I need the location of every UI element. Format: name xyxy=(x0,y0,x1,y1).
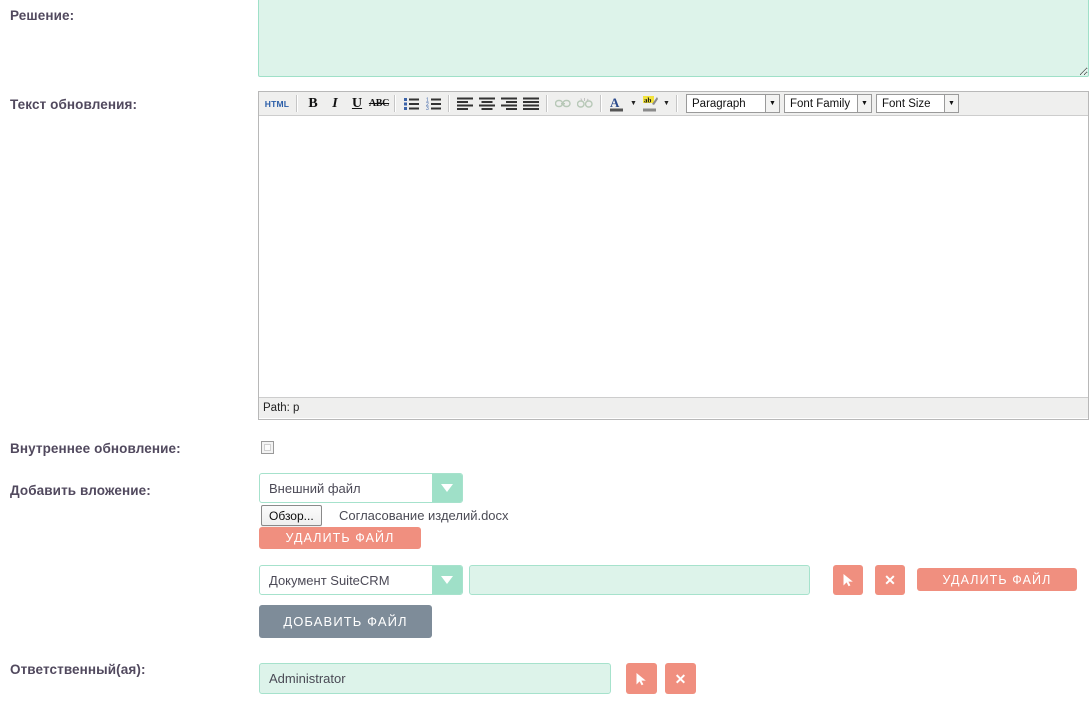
document-clear-button[interactable]: ✕ xyxy=(875,565,905,595)
chevron-down-icon: ▼ xyxy=(765,95,779,112)
font-family-select[interactable]: Font Family ▼ xyxy=(784,94,872,113)
editor-content-area[interactable] xyxy=(259,116,1088,397)
solution-textarea[interactable] xyxy=(258,0,1089,77)
editor-path-status: Path: p xyxy=(259,397,1088,418)
ticket-update-form: Решение: Текст обновления: HTML B I U AB… xyxy=(0,0,1089,710)
assigned-user-select-button[interactable] xyxy=(626,663,657,694)
paragraph-format-value: Paragraph xyxy=(687,98,752,110)
toolbar-separator xyxy=(676,95,678,112)
chevron-down-icon xyxy=(432,474,462,502)
close-x-icon: ✕ xyxy=(675,672,687,686)
browse-file-button[interactable]: Обзор... xyxy=(261,505,322,526)
add-attachment-label: Добавить вложение: xyxy=(10,483,151,498)
attachment-type-value-2: Документ SuiteCRM xyxy=(260,573,432,588)
font-size-select[interactable]: Font Size ▼ xyxy=(876,94,959,113)
update-text-label: Текст обновления: xyxy=(10,97,137,112)
svg-text:3: 3 xyxy=(426,106,429,110)
attachment-type-select-1[interactable]: Внешний файл xyxy=(259,473,463,503)
internal-update-label: Внутреннее обновление: xyxy=(10,441,181,456)
toolbar-separator xyxy=(600,95,602,112)
chevron-down-icon: ▼ xyxy=(857,95,871,112)
numbered-list-icon[interactable]: 1 2 3 xyxy=(422,94,444,114)
remove-file-button-1[interactable]: УДАЛИТЬ ФАЙЛ xyxy=(259,527,421,549)
attachment-type-value-1: Внешний файл xyxy=(260,481,432,496)
document-name-input[interactable] xyxy=(469,565,810,595)
toolbar-separator xyxy=(394,95,396,112)
font-color-dropdown-icon[interactable]: ▼ xyxy=(628,94,639,114)
attachment-type-select-2[interactable]: Документ SuiteCRM xyxy=(259,565,463,595)
bold-icon[interactable]: B xyxy=(302,94,324,114)
svg-text:ab: ab xyxy=(644,97,652,105)
solution-label: Решение: xyxy=(10,8,74,23)
unlink-icon[interactable] xyxy=(574,94,596,114)
toolbar-separator xyxy=(296,95,298,112)
internal-update-checkbox[interactable] xyxy=(261,441,274,454)
highlight-color-icon[interactable]: ab xyxy=(639,94,661,114)
assigned-user-clear-button[interactable]: ✕ xyxy=(665,663,696,694)
remove-file-button-2[interactable]: УДАЛИТЬ ФАЙЛ xyxy=(917,568,1077,591)
arrow-cursor-icon xyxy=(842,573,855,587)
toolbar-separator xyxy=(546,95,548,112)
insert-link-icon[interactable] xyxy=(552,94,574,114)
chevron-down-icon: ▼ xyxy=(944,95,958,112)
strikethrough-icon[interactable]: ABC xyxy=(368,94,390,114)
italic-icon[interactable]: I xyxy=(324,94,346,114)
assigned-user-input[interactable] xyxy=(259,663,611,694)
rich-text-editor: HTML B I U ABC 1 2 xyxy=(258,91,1089,420)
paragraph-format-select[interactable]: Paragraph ▼ xyxy=(686,94,780,113)
bullet-list-icon[interactable] xyxy=(400,94,422,114)
html-source-icon[interactable]: HTML xyxy=(262,94,292,114)
chevron-down-icon xyxy=(432,566,462,594)
toolbar-separator xyxy=(448,95,450,112)
close-x-icon: ✕ xyxy=(884,573,896,587)
font-size-value: Font Size xyxy=(877,98,937,110)
svg-text:A: A xyxy=(610,95,620,110)
align-center-icon[interactable] xyxy=(476,94,498,114)
align-right-icon[interactable] xyxy=(498,94,520,114)
selected-filename: Согласование изделий.docx xyxy=(339,508,509,523)
arrow-cursor-icon xyxy=(635,672,648,686)
editor-toolbar: HTML B I U ABC 1 2 xyxy=(259,92,1088,116)
align-left-icon[interactable] xyxy=(454,94,476,114)
font-color-icon[interactable]: A xyxy=(606,94,628,114)
add-file-button[interactable]: ДОБАВИТЬ ФАЙЛ xyxy=(259,605,432,638)
underline-icon[interactable]: U xyxy=(346,94,368,114)
align-justify-icon[interactable] xyxy=(520,94,542,114)
highlight-color-dropdown-icon[interactable]: ▼ xyxy=(661,94,672,114)
font-family-value: Font Family xyxy=(785,98,856,110)
assigned-user-label: Ответственный(ая): xyxy=(10,662,146,677)
document-select-button[interactable] xyxy=(833,565,863,595)
